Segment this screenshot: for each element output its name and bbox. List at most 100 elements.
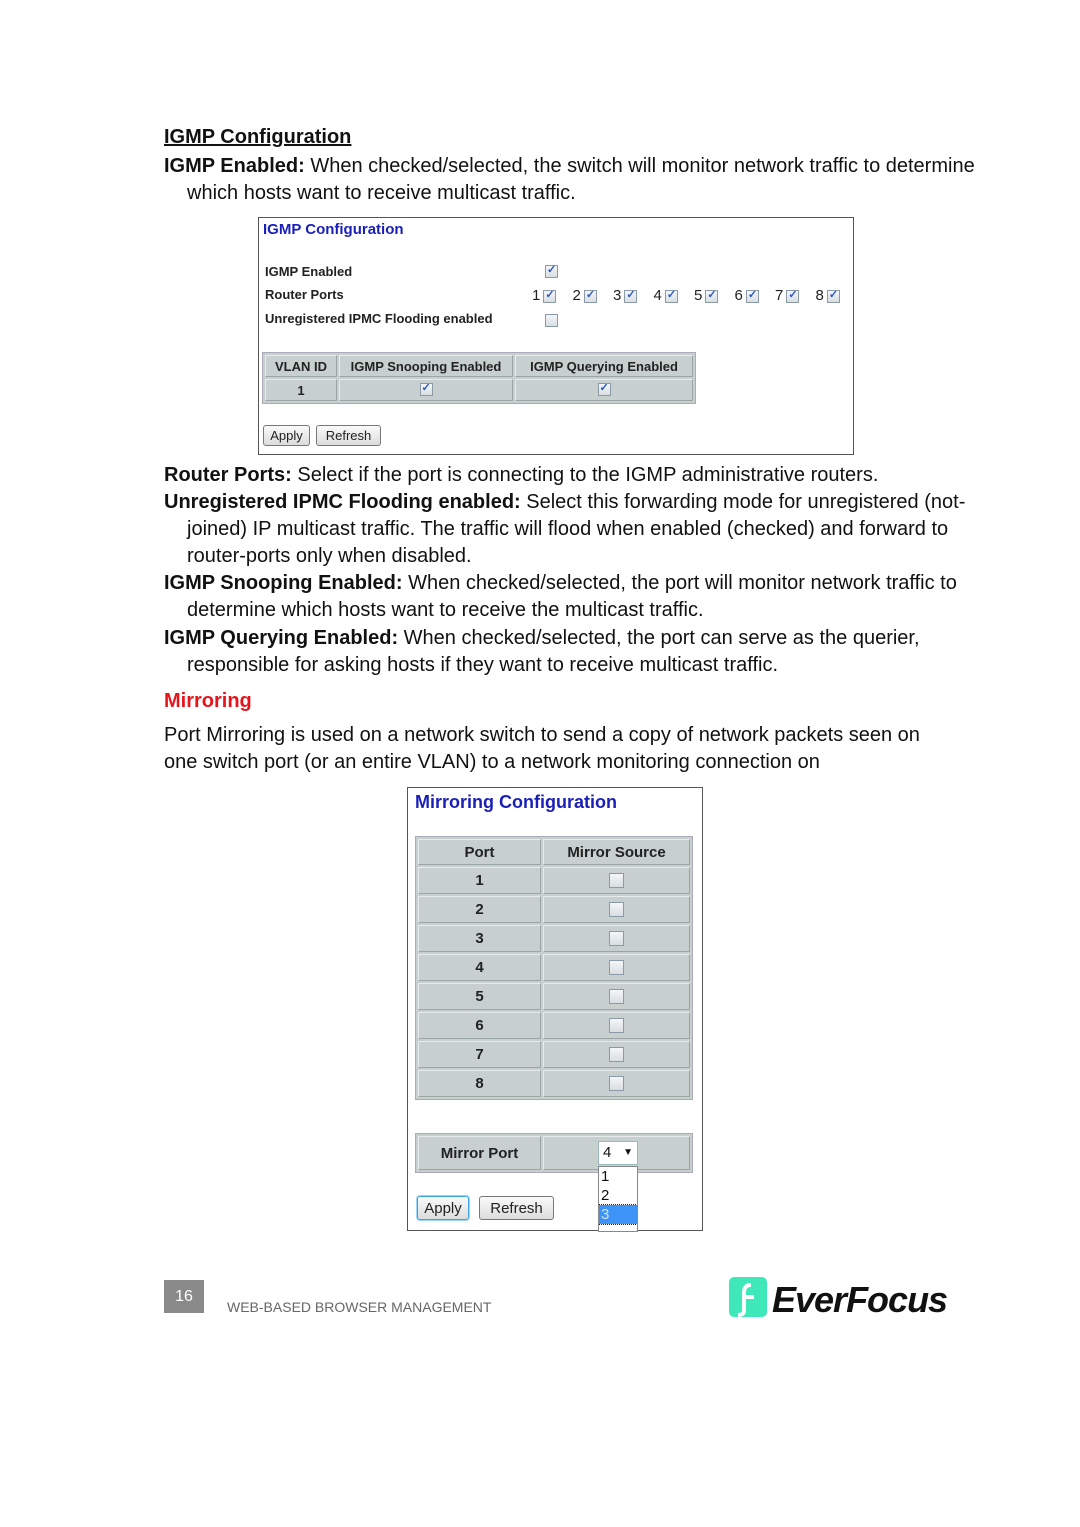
snooping-checkbox[interactable] [419, 381, 433, 397]
term: IGMP Snooping Enabled: [164, 572, 403, 594]
mirror-source-cell [543, 954, 690, 981]
dropdown-option[interactable]: 1 [599, 1167, 637, 1186]
igmp-enabled-description: IGMP Enabled: When checked/selected, the… [164, 153, 977, 207]
desc-router-ports: Router Ports: Select if the port is conn… [164, 462, 977, 489]
header-mirror-source: Mirror Source [543, 839, 690, 865]
flooding-checkbox[interactable] [545, 314, 558, 327]
table-row: 1 [265, 379, 693, 401]
page-number: 16 [164, 1280, 204, 1313]
router-port-label: 8 [815, 287, 824, 304]
selected-value: 4 [603, 1144, 612, 1161]
header-vlan-id: VLAN ID [265, 355, 337, 377]
igmp-apply-button[interactable]: Apply [263, 425, 310, 446]
querying-cell [515, 379, 693, 401]
router-port-checkbox[interactable] [826, 288, 840, 303]
vlan-table: VLAN ID IGMP Snooping Enabled IGMP Query… [262, 352, 696, 404]
router-port-7: 7 [775, 287, 800, 304]
definition: Select if the port is connecting to the … [291, 464, 879, 486]
definition: When checked/selected, the switch will m… [187, 155, 975, 204]
igmp-enabled-label: IGMP Enabled [265, 264, 353, 279]
router-port-checkbox[interactable] [624, 288, 638, 303]
table-row: 1 [418, 867, 690, 894]
mirror-source-cell [543, 983, 690, 1010]
router-port-label: 6 [734, 287, 743, 304]
router-port-label: 1 [532, 287, 541, 304]
everfocus-logo-text: EverFocus [772, 1279, 948, 1320]
mirror-source-cell [543, 896, 690, 923]
mirror-source-cell [543, 1070, 690, 1097]
router-port-checkbox[interactable] [745, 288, 759, 303]
table-row: 5 [418, 983, 690, 1010]
mirror-source-checkbox[interactable] [609, 930, 624, 946]
table-row: 6 [418, 1012, 690, 1039]
igmp-config-screenshot: IGMP Configuration IGMP Enabled Router P… [258, 217, 854, 455]
flooding-label: Unregistered IPMC Flooding enabled [265, 311, 493, 326]
term: Router Ports: [164, 464, 292, 486]
port-cell: 8 [418, 1070, 541, 1097]
mirror-source-table: Port Mirror Source 12345678 [415, 836, 693, 1100]
mirror-refresh-button[interactable]: Refresh [479, 1196, 554, 1220]
mirror-source-checkbox[interactable] [609, 988, 624, 1004]
mirror-source-cell [543, 925, 690, 952]
dropdown-option[interactable]: 3 [599, 1204, 637, 1225]
mirror-port-label: Mirror Port [418, 1136, 541, 1170]
router-port-checkbox[interactable] [705, 288, 719, 303]
port-cell: 3 [418, 925, 541, 952]
mirror-source-cell [543, 1041, 690, 1068]
router-port-2: 2 [573, 287, 597, 304]
table-row: 8 [418, 1070, 690, 1097]
mirror-source-cell [543, 867, 690, 894]
panel-title: Mirroring Configuration [415, 792, 617, 812]
dropdown-option[interactable]: 2 [599, 1186, 637, 1205]
running-title: WEB-BASED BROWSER MANAGEMENT [227, 1299, 492, 1315]
router-port-checkbox[interactable] [543, 288, 557, 303]
mirror-port-table: Mirror Port [415, 1133, 693, 1173]
router-port-checkbox[interactable] [664, 288, 678, 303]
router-port-8: 8 [816, 287, 840, 304]
router-port-4: 4 [654, 287, 678, 304]
mirror-port-select[interactable]: 4 ▼ [598, 1141, 638, 1165]
term: IGMP Querying Enabled: [164, 627, 399, 649]
igmp-enabled-checkbox[interactable] [545, 263, 558, 278]
port-cell: 5 [418, 983, 541, 1010]
router-port-3: 3 [613, 287, 638, 304]
table-row: 3 [418, 925, 690, 952]
term: Unregistered IPMC Flooding enabled: [164, 491, 521, 513]
mirror-source-checkbox[interactable] [609, 1017, 624, 1033]
panel-title: IGMP Configuration [263, 221, 404, 238]
router-ports-label: Router Ports [265, 287, 344, 302]
router-port-label: 3 [613, 287, 622, 304]
mirror-source-checkbox[interactable] [609, 1075, 624, 1091]
desc-querying: IGMP Querying Enabled: When checked/sele… [164, 625, 977, 679]
port-cell: 6 [418, 1012, 541, 1039]
mirror-port-dropdown-list[interactable]: 123 [598, 1166, 638, 1232]
router-port-label: 7 [775, 287, 784, 304]
vlan-id-cell: 1 [265, 379, 337, 401]
mirroring-intro: Port Mirroring is used on a network swit… [164, 724, 920, 773]
router-port-6: 6 [735, 287, 759, 304]
mirroring-section-heading: Mirroring [164, 690, 252, 712]
desc-snooping: IGMP Snooping Enabled: When checked/sele… [164, 570, 977, 624]
port-cell: 7 [418, 1041, 541, 1068]
mirror-source-cell [543, 1012, 690, 1039]
router-port-checkbox[interactable] [583, 288, 597, 303]
table-row: 7 [418, 1041, 690, 1068]
igmp-refresh-button[interactable]: Refresh [316, 425, 381, 446]
mirror-source-checkbox[interactable] [609, 1046, 624, 1062]
querying-checkbox[interactable] [597, 381, 611, 397]
router-port-5: 5 [694, 287, 719, 304]
mirror-source-checkbox[interactable] [609, 901, 624, 917]
mirror-apply-button[interactable]: Apply [417, 1196, 469, 1220]
chevron-down-icon: ▼ [623, 1147, 633, 1158]
desc-flooding: Unregistered IPMC Flooding enabled: Sele… [164, 489, 977, 570]
snooping-cell [339, 379, 513, 401]
header-querying: IGMP Querying Enabled [515, 355, 693, 377]
mirror-source-checkbox[interactable] [609, 872, 624, 888]
router-port-1: 1 [532, 287, 557, 304]
router-port-checkbox[interactable] [786, 288, 800, 303]
term: IGMP Enabled: [164, 155, 305, 177]
port-cell: 1 [418, 867, 541, 894]
mirror-source-checkbox[interactable] [609, 959, 624, 975]
router-port-label: 2 [572, 287, 581, 304]
router-port-label: 5 [694, 287, 703, 304]
